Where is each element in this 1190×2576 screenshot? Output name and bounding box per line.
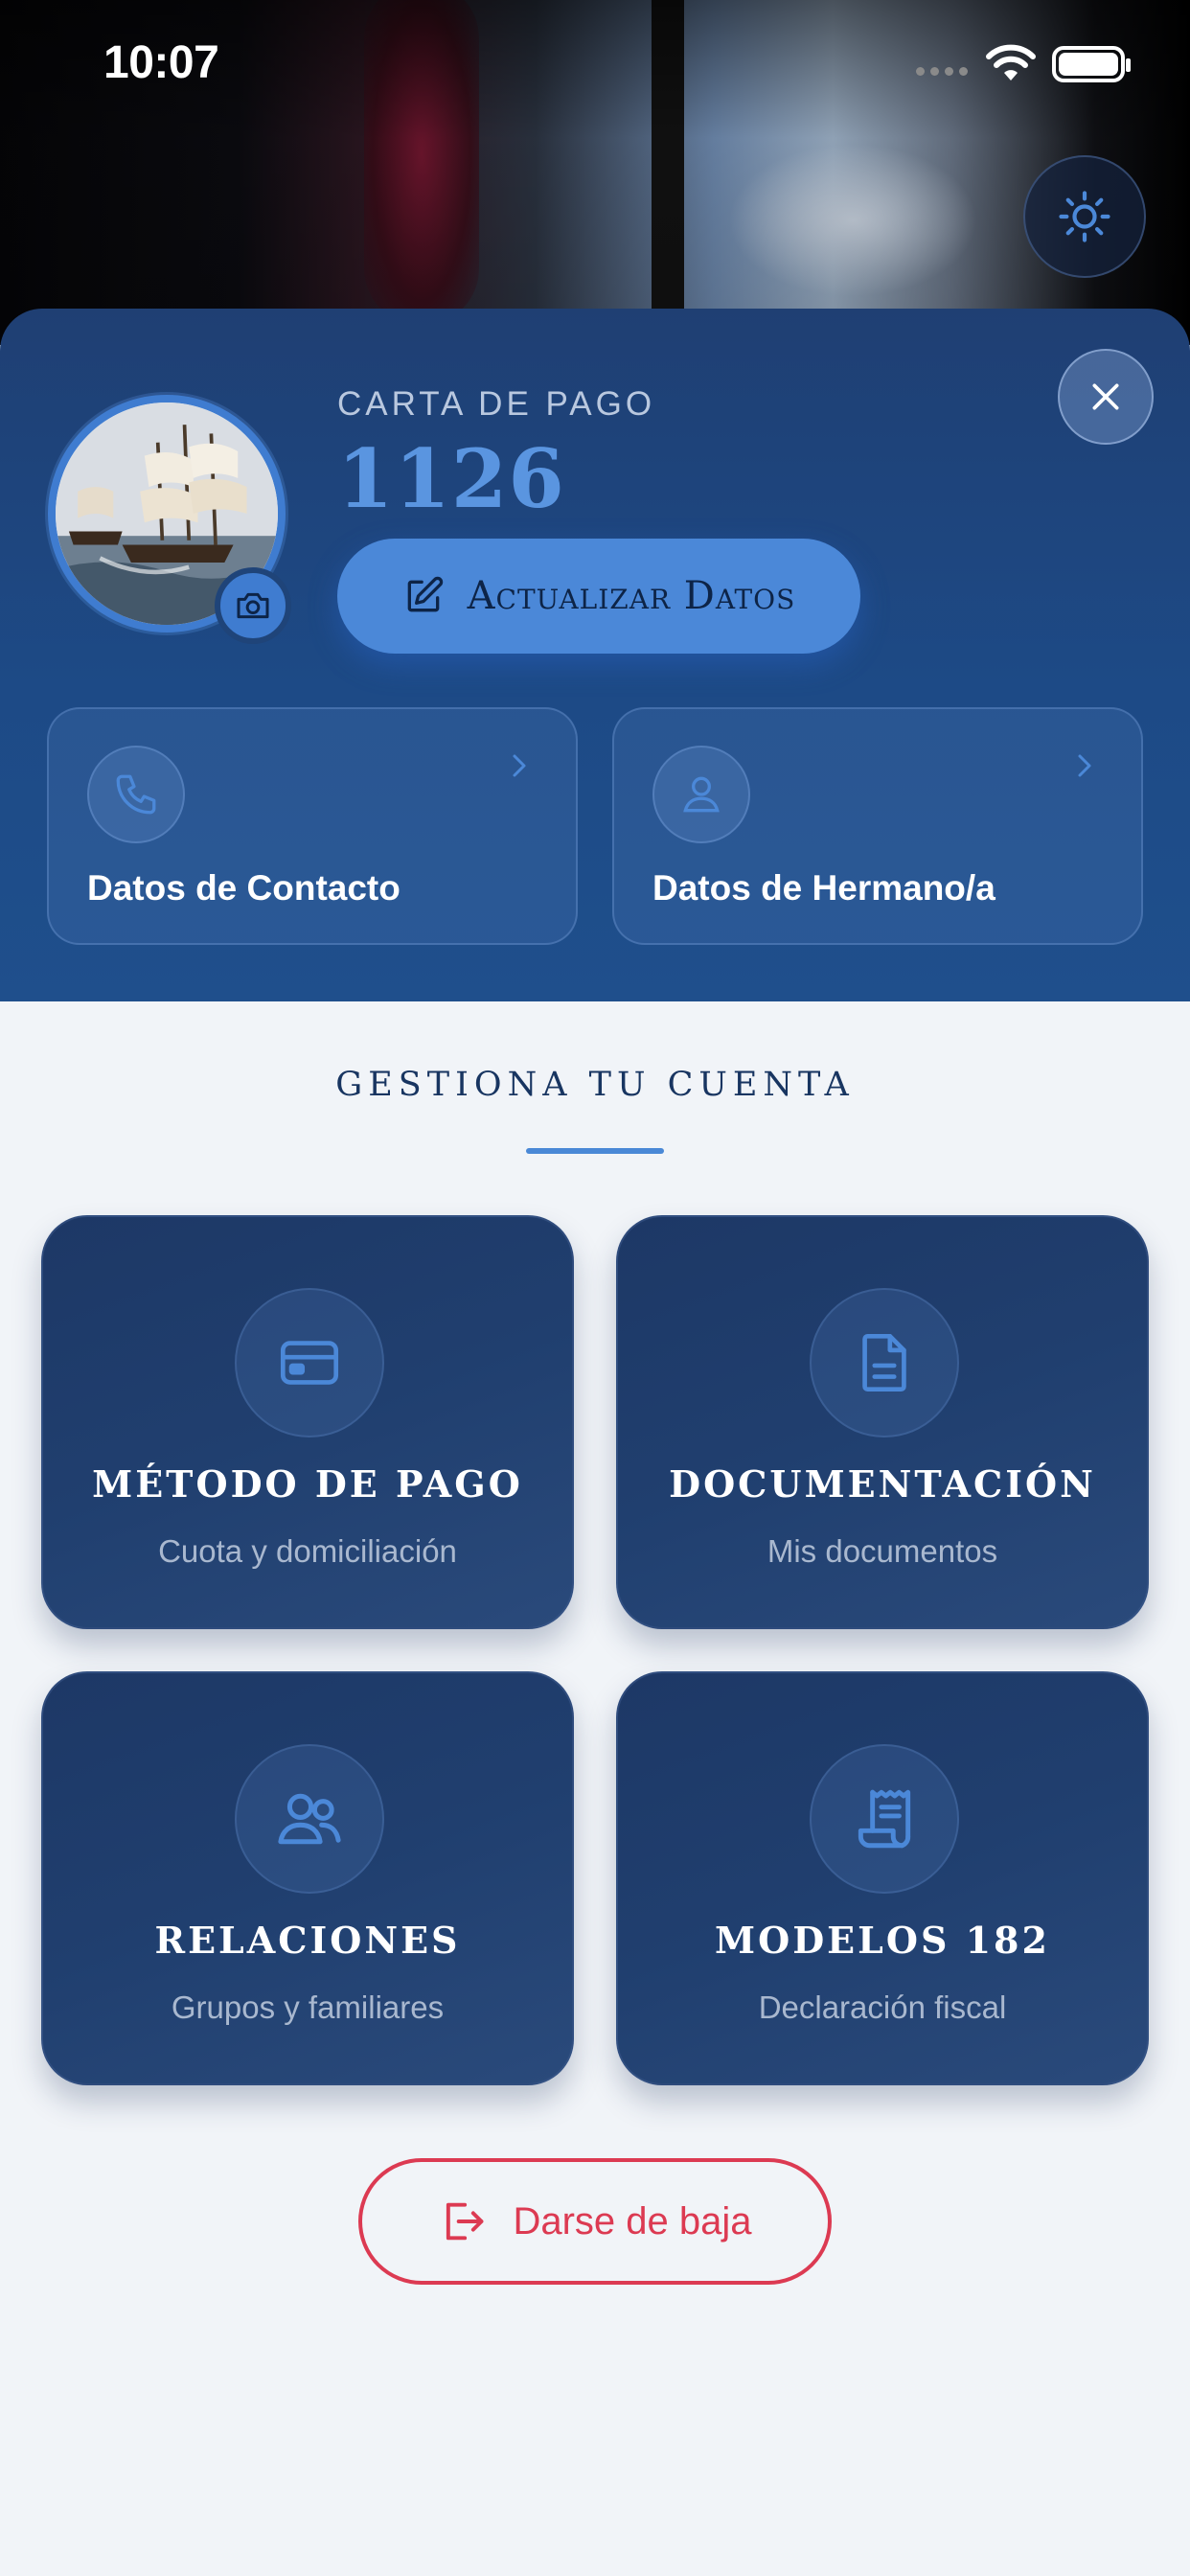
camera-icon (237, 592, 269, 619)
member-data-title: Datos de Hermano/a (652, 868, 995, 908)
relations-subtitle: Grupos y familiares (171, 1990, 445, 2025)
documentation-tile[interactable]: DOCUMENTACIÓN Mis documentos (616, 1215, 1149, 1629)
relations-title: RELACIONES (154, 1919, 461, 1962)
chevron-right-icon (1078, 754, 1091, 777)
contact-data-title: Datos de Contacto (87, 868, 400, 908)
card-label: CARTA DE PAGO (337, 385, 656, 423)
wifi-icon (986, 44, 1036, 80)
users-icon (278, 1793, 341, 1845)
profile-header-panel: CARTA DE PAGO 1126 Actualizar Datos Dato… (0, 309, 1190, 1001)
update-data-label: Actualizar Datos (467, 574, 796, 618)
payment-method-title: MÉTODO DE PAGO (92, 1462, 523, 1506)
unsubscribe-button[interactable]: Darse de baja (358, 2158, 832, 2285)
models-182-title: MODELOS 182 (715, 1919, 1050, 1962)
section-divider (526, 1148, 664, 1154)
close-button[interactable] (1058, 349, 1154, 445)
cellular-signal-icon (916, 67, 968, 76)
documentation-title: DOCUMENTACIÓN (669, 1462, 1096, 1506)
status-bar: 10:07 (0, 0, 1190, 125)
change-photo-button[interactable] (215, 567, 291, 644)
unsubscribe-label: Darse de baja (513, 2199, 752, 2242)
card-number: 1126 (337, 431, 565, 526)
edit-icon (407, 576, 443, 612)
relations-tile[interactable]: RELACIONES Grupos y familiares (41, 1671, 574, 2085)
documentation-subtitle: Mis documentos (767, 1533, 998, 1569)
payment-method-subtitle: Cuota y domiciliación (158, 1533, 457, 1569)
credit-card-icon (280, 1341, 339, 1385)
document-icon (862, 1333, 906, 1392)
update-data-button[interactable]: Actualizar Datos (337, 539, 860, 654)
receipt-scroll-icon (858, 1789, 911, 1849)
contact-data-card[interactable]: Datos de Contacto (47, 707, 578, 945)
section-title: GESTIONA TU CUENTA (335, 1066, 855, 1104)
member-data-card[interactable]: Datos de Hermano/a (612, 707, 1143, 945)
payment-method-tile[interactable]: MÉTODO DE PAGO Cuota y domiciliación (41, 1215, 574, 1629)
models-182-tile[interactable]: MODELOS 182 Declaración fiscal (616, 1671, 1149, 2085)
close-icon (1092, 383, 1119, 410)
user-icon (683, 776, 720, 813)
sun-icon (1059, 191, 1110, 242)
phone-icon (116, 774, 156, 815)
logout-icon (446, 2202, 484, 2241)
status-time: 10:07 (103, 37, 219, 88)
models-182-subtitle: Declaración fiscal (758, 1990, 1007, 2025)
theme-toggle-button[interactable] (1023, 155, 1146, 278)
chevron-right-icon (513, 754, 526, 777)
battery-icon (1052, 46, 1131, 82)
